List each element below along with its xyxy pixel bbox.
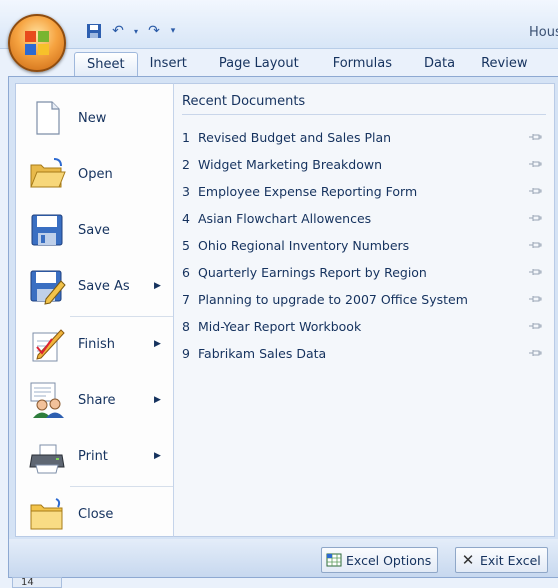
office-menu-commands: New Open Save Save As ▶ Finish ▶ Share ▶…: [15, 83, 175, 537]
office-button[interactable]: [8, 14, 66, 72]
open-folder-icon: [30, 158, 66, 188]
redo-icon[interactable]: ↷: [144, 22, 164, 40]
recent-document-name: Mid-Year Report Workbook: [198, 318, 362, 334]
tab-page-layout[interactable]: Page Layout: [199, 52, 311, 75]
exit-excel-label: Exit Excel: [480, 552, 541, 568]
menu-item-print[interactable]: Print ▶: [16, 430, 174, 482]
exit-excel-button[interactable]: ✕ Exit Excel: [455, 547, 548, 573]
menu-item-finish[interactable]: Finish ▶: [16, 318, 174, 370]
recent-document-number: 8: [182, 318, 190, 334]
menu-item-label: Finish: [78, 336, 116, 352]
recent-document-name: Revised Budget and Sales Plan: [198, 129, 392, 145]
recent-document-item[interactable]: 2 Widget Marketing Breakdown: [182, 151, 546, 177]
recent-document-number: 7: [182, 291, 190, 307]
save-icon[interactable]: [84, 22, 104, 40]
undo-dropdown-icon[interactable]: ▾: [132, 22, 140, 40]
menu-item-close[interactable]: Close: [16, 488, 174, 540]
save-disk-icon: [31, 214, 63, 246]
recent-documents-panel: Recent Documents 1 Revised Budget and Sa…: [173, 83, 555, 537]
pin-icon[interactable]: [528, 158, 542, 170]
menu-item-label: New: [78, 110, 107, 126]
recent-document-number: 9: [182, 345, 190, 361]
pin-icon[interactable]: [528, 293, 542, 305]
row-header: 14: [12, 577, 62, 588]
recent-document-name: Asian Flowchart Allowences: [198, 210, 372, 226]
recent-document-item[interactable]: 6 Quarterly Earnings Report by Region: [182, 259, 546, 285]
excel-options-button[interactable]: Excel Options: [321, 547, 439, 573]
recent-document-name: Employee Expense Reporting Form: [198, 183, 418, 199]
save-as-icon: [30, 270, 66, 305]
office-logo-icon: [25, 31, 49, 55]
recent-heading-divider: [182, 114, 546, 115]
close-folder-icon: [30, 498, 63, 530]
finish-pen-icon: [32, 329, 65, 362]
menu-item-new[interactable]: New: [16, 92, 174, 144]
new-document-icon: [36, 101, 60, 135]
pin-icon[interactable]: [528, 347, 542, 359]
recent-document-name: Planning to upgrade to 2007 Office Syste…: [198, 291, 468, 307]
undo-icon[interactable]: ↶: [108, 22, 128, 40]
recent-document-item[interactable]: 8 Mid-Year Report Workbook: [182, 313, 546, 339]
menu-item-label: Open: [78, 166, 113, 182]
tab-review[interactable]: Review: [467, 52, 539, 75]
menu-item-label: Print: [78, 448, 108, 464]
pin-icon[interactable]: [528, 320, 542, 332]
submenu-arrow-icon: ▶: [154, 451, 161, 461]
recent-document-number: 2: [182, 156, 190, 172]
pin-icon[interactable]: [528, 212, 542, 224]
menu-separator: [70, 486, 174, 487]
excel-options-icon: [326, 552, 342, 568]
menu-item-label: Save: [78, 222, 110, 238]
pin-icon[interactable]: [528, 185, 542, 197]
qat-customize-icon[interactable]: ▾: [168, 22, 178, 40]
menu-item-save[interactable]: Save: [16, 204, 174, 256]
recent-document-number: 4: [182, 210, 190, 226]
recent-document-number: 3: [182, 183, 190, 199]
submenu-arrow-icon: ▶: [154, 395, 161, 405]
pin-icon[interactable]: [528, 239, 542, 251]
menu-item-label: Save As: [78, 278, 130, 294]
recent-document-number: 1: [182, 129, 190, 145]
tab-formulas[interactable]: Formulas: [311, 52, 404, 75]
tab-data[interactable]: Data: [404, 52, 467, 75]
ribbon-tabs: Sheet Insert Page Layout Formulas Data R…: [74, 52, 539, 76]
quick-access-toolbar: ↶ ▾ ↷ ▾: [84, 22, 178, 40]
recent-document-item[interactable]: 5 Ohio Regional Inventory Numbers: [182, 232, 546, 258]
menu-item-share[interactable]: Share ▶: [16, 374, 174, 426]
pin-icon[interactable]: [528, 266, 542, 278]
recent-document-name: Ohio Regional Inventory Numbers: [198, 237, 410, 253]
recent-document-item[interactable]: 7 Planning to upgrade to 2007 Office Sys…: [182, 286, 546, 312]
window-title: Hous: [529, 25, 558, 40]
recent-documents-heading: Recent Documents: [182, 94, 306, 109]
submenu-arrow-icon: ▶: [154, 339, 161, 349]
recent-document-number: 5: [182, 237, 190, 253]
recent-document-name: Fabrikam Sales Data: [198, 345, 327, 361]
tab-insert[interactable]: Insert: [138, 52, 199, 75]
recent-document-item[interactable]: 9 Fabrikam Sales Data: [182, 340, 546, 366]
tab-sheet[interactable]: Sheet: [74, 52, 138, 76]
submenu-arrow-icon: ▶: [154, 281, 161, 291]
excel-options-label: Excel Options: [346, 552, 432, 568]
menu-item-label: Close: [78, 506, 114, 522]
recent-document-name: Widget Marketing Breakdown: [198, 156, 383, 172]
printer-icon: [29, 444, 65, 474]
office-menu-footer: Excel Options ✕ Exit Excel: [9, 539, 558, 577]
menu-separator: [70, 316, 174, 317]
recent-document-item[interactable]: 4 Asian Flowchart Allowences: [182, 205, 546, 231]
recent-document-item[interactable]: 3 Employee Expense Reporting Form: [182, 178, 546, 204]
recent-document-number: 6: [182, 264, 190, 280]
recent-document-name: Quarterly Earnings Report by Region: [198, 264, 427, 280]
menu-item-open[interactable]: Open: [16, 148, 174, 200]
office-menu: New Open Save Save As ▶ Finish ▶ Share ▶…: [8, 76, 558, 578]
title-bar: ↶ ▾ ↷ ▾ Hous: [0, 0, 558, 49]
recent-document-item[interactable]: 1 Revised Budget and Sales Plan: [182, 124, 546, 150]
menu-item-save-as[interactable]: Save As ▶: [16, 260, 174, 312]
share-people-icon: [30, 382, 64, 418]
pin-icon[interactable]: [528, 131, 542, 143]
close-x-icon: ✕: [461, 551, 475, 569]
menu-item-label: Share: [78, 392, 116, 408]
